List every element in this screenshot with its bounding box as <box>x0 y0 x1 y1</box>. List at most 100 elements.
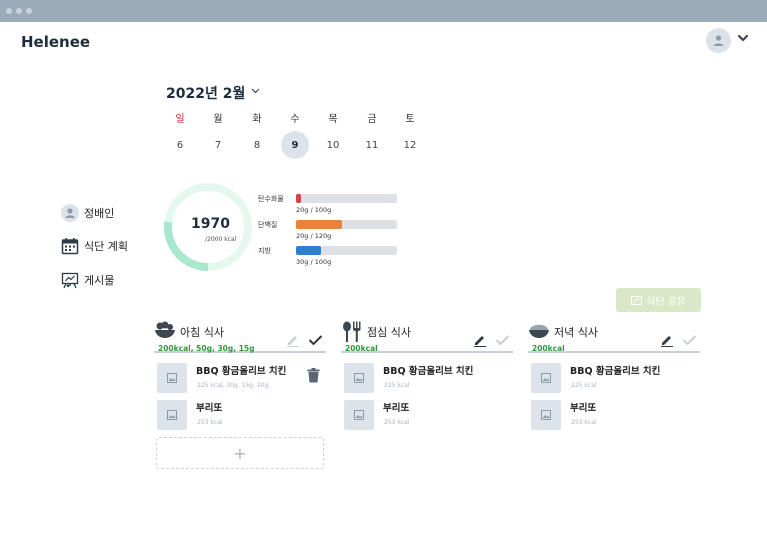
calendar-day[interactable]: 6 <box>165 140 195 151</box>
salad-bowl-icon <box>155 321 175 338</box>
weekday-label: 토 <box>405 114 415 125</box>
meal-header: 점심 식사 200kcal <box>341 319 513 353</box>
food-item[interactable]: 부리또 253 kcal <box>531 400 697 432</box>
food-thumbnail <box>157 363 187 393</box>
calendar-day[interactable]: 7 <box>203 140 233 151</box>
macro-bar-fat <box>296 246 397 255</box>
food-info: 253 kcal <box>197 419 223 426</box>
meal-header: 아침 식사 200kcal, 50g, 30g, 15g <box>154 319 326 353</box>
image-placeholder-icon <box>167 410 177 420</box>
meal-title: 저녁 식사 <box>554 326 598 339</box>
chevron-down-icon[interactable] <box>737 33 749 43</box>
window-dot-icon <box>16 8 22 14</box>
weekday-label: 금 <box>367 114 377 125</box>
macro-label-fat: 지방 <box>258 247 271 255</box>
sidebar-item-label: 게시물 <box>84 274 115 287</box>
meal-summary: 200kcal <box>345 344 378 353</box>
food-name: 부리또 <box>196 403 223 414</box>
calendar-day[interactable]: 10 <box>318 140 348 151</box>
macro-value-fat: 30g / 100g <box>296 258 332 266</box>
user-icon <box>60 203 80 223</box>
food-thumbnail <box>344 400 374 430</box>
food-thumbnail <box>531 363 561 393</box>
weekday-label: 목 <box>328 114 338 125</box>
food-info: 225 kcal <box>571 382 597 389</box>
food-info: 225 kcal, 30g, 15g, 20g <box>197 382 269 389</box>
sidebar-item-label: 정배인 <box>84 207 115 220</box>
food-name: 부리또 <box>570 403 597 414</box>
window-titlebar <box>0 0 767 22</box>
food-name: BBQ 황금올리브 치킨 <box>570 366 661 377</box>
calendar-day-selected[interactable]: 9 <box>280 140 310 151</box>
macro-value-protein: 20g / 120g <box>296 232 332 240</box>
food-name: BBQ 황금올리브 치킨 <box>196 366 287 377</box>
edit-pencil-icon[interactable] <box>286 333 300 347</box>
macro-label-protein: 단백질 <box>258 221 278 229</box>
weekday-label: 수 <box>290 114 300 125</box>
food-item[interactable]: 부리또 253 kcal <box>157 400 323 432</box>
month-selector[interactable]: 2022년 2월 <box>166 83 245 103</box>
calendar-day[interactable]: 11 <box>357 140 387 151</box>
weekday-label: 월 <box>213 114 223 125</box>
image-placeholder-icon <box>541 373 551 383</box>
meal-title: 아침 식사 <box>180 326 224 339</box>
image-placeholder-icon <box>354 410 364 420</box>
window-dot-icon <box>6 8 12 14</box>
weekday-label: 일 <box>175 114 185 125</box>
meal-title: 점심 식사 <box>367 326 411 339</box>
food-info: 253 kcal <box>571 419 597 426</box>
edit-pencil-icon[interactable] <box>473 333 487 347</box>
food-item[interactable]: BBQ 황금올리브 치킨 225 kcal, 30g, 15g, 20g <box>157 363 323 395</box>
macro-bar-protein <box>296 220 397 229</box>
image-placeholder-icon <box>541 410 551 420</box>
check-icon[interactable] <box>495 334 510 346</box>
share-meal-button[interactable]: 식단 공유 <box>616 288 701 312</box>
check-icon[interactable] <box>308 334 323 346</box>
meal-summary: 200kcal, 50g, 30g, 15g <box>158 344 255 353</box>
food-item[interactable]: BBQ 황금올리브 치킨 225 kcal <box>531 363 697 395</box>
food-item[interactable]: BBQ 황금올리브 치킨 225 kcal <box>344 363 510 395</box>
macro-fill-protein <box>296 220 343 229</box>
window-dot-icon <box>26 8 32 14</box>
calendar-day[interactable]: 12 <box>395 140 425 151</box>
macro-value-carbs: 20g / 100g <box>296 206 332 214</box>
macro-bar-carbs <box>296 194 397 203</box>
trash-icon[interactable] <box>307 368 320 383</box>
sidebar-item-profile[interactable]: 정배인 <box>60 203 114 223</box>
share-icon <box>631 295 643 305</box>
food-thumbnail <box>531 400 561 430</box>
sidebar-item-label: 식단 계획 <box>84 240 128 253</box>
meal-card-dinner: 저녁 식사 200kcal BBQ 황금올리브 치킨 225 kcal 부리또 … <box>528 319 700 430</box>
calendar-day[interactable]: 8 <box>242 140 272 151</box>
app-brand[interactable]: Helenee <box>21 33 90 51</box>
food-info: 225 kcal <box>384 382 410 389</box>
food-thumbnail <box>157 400 187 430</box>
edit-pencil-icon[interactable] <box>660 333 674 347</box>
food-item[interactable]: 부리또 253 kcal <box>344 400 510 432</box>
calorie-goal: /2000 kcal <box>205 236 237 243</box>
image-placeholder-icon <box>354 373 364 383</box>
plus-icon: + <box>233 443 247 463</box>
chevron-down-icon[interactable] <box>251 88 260 94</box>
calorie-total: 1970 <box>191 216 230 232</box>
meal-card-lunch: 점심 식사 200kcal BBQ 황금올리브 치킨 225 kcal 부리또 … <box>341 319 513 430</box>
user-icon <box>713 35 724 46</box>
rice-bowl-icon <box>529 324 549 338</box>
food-name: 부리또 <box>383 403 410 414</box>
sidebar-item-board[interactable]: 게시물 <box>60 270 114 290</box>
profile-avatar[interactable] <box>706 28 731 53</box>
weekday-label: 화 <box>252 114 262 125</box>
board-icon <box>60 270 80 290</box>
macro-fill-carbs <box>296 194 302 203</box>
add-food-button[interactable]: + <box>156 437 324 469</box>
check-icon[interactable] <box>682 334 697 346</box>
image-placeholder-icon <box>167 373 177 383</box>
sidebar-item-meal-plan[interactable]: 식단 계획 <box>60 236 128 256</box>
food-info: 253 kcal <box>384 419 410 426</box>
food-name: BBQ 황금올리브 치킨 <box>383 366 474 377</box>
share-button-label: 식단 공유 <box>646 296 686 308</box>
meal-summary: 200kcal <box>532 344 565 353</box>
calendar-icon <box>60 236 80 256</box>
meal-card-breakfast: 아침 식사 200kcal, 50g, 30g, 15g BBQ 황금올리브 치… <box>154 319 326 469</box>
fork-spoon-icon <box>343 321 361 342</box>
